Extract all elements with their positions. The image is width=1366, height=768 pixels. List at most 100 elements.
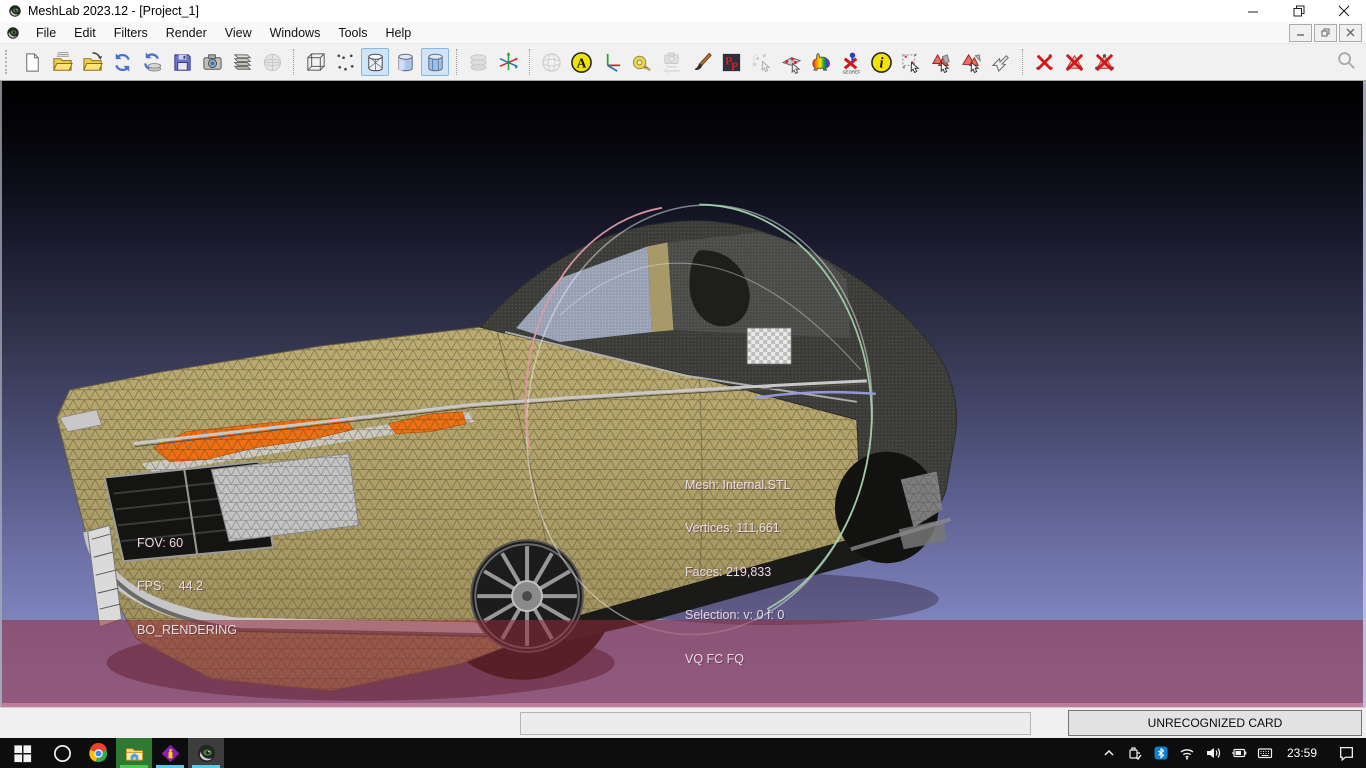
- import-mesh-button[interactable]: [78, 48, 106, 76]
- save-snapshot-button[interactable]: [198, 48, 226, 76]
- tray-usb-button[interactable]: [1122, 738, 1148, 768]
- export-mesh-button[interactable]: [168, 48, 196, 76]
- quality-mapper-button[interactable]: [807, 48, 835, 76]
- new-empty-project-button[interactable]: [18, 48, 46, 76]
- delete-faces-and-vertices-button[interactable]: [1090, 48, 1118, 76]
- restore-icon: [1293, 5, 1305, 17]
- taskbar-chrome-button[interactable]: [80, 738, 116, 768]
- alignment-tool-button[interactable]: [777, 48, 805, 76]
- delete-selected-vertices-button[interactable]: [1030, 48, 1058, 76]
- select-connected-icon: [990, 51, 1013, 74]
- reload-all-meshes-button[interactable]: [138, 48, 166, 76]
- mesh-info-icon: i: [870, 51, 893, 74]
- hud-vertices: Vertices: 111,661: [685, 521, 791, 536]
- minimize-button[interactable]: [1231, 0, 1276, 22]
- select-faces-rect-button[interactable]: [927, 48, 955, 76]
- toolbar-drag-handle[interactable]: [5, 50, 12, 74]
- search-circle-icon: [52, 743, 73, 764]
- windows-taskbar: 23:59: [0, 738, 1366, 768]
- save-snapshot-icon: [201, 51, 224, 74]
- menu-help[interactable]: Help: [377, 24, 421, 42]
- world-axes-icon: [497, 51, 520, 74]
- z-painting-button[interactable]: [687, 48, 715, 76]
- taskbar-purple-app-button[interactable]: [152, 738, 188, 768]
- corner-axes-button[interactable]: [597, 48, 625, 76]
- taskbar-meshlab-button[interactable]: [188, 738, 224, 768]
- mdi-close-icon: [1346, 28, 1355, 37]
- render-smooth-icon: [394, 51, 417, 74]
- hud-render-info: FOV: 60 FPS: 44.2 BO_RENDERING: [137, 507, 237, 667]
- hud-fov: FOV: 60: [137, 536, 237, 551]
- select-connected-button[interactable]: [987, 48, 1015, 76]
- meshlab-window: MeshLab 2023.12 - [Project_1] FileEditFi…: [0, 0, 1366, 768]
- render-flat-button[interactable]: [421, 48, 449, 76]
- menu-edit[interactable]: Edit: [65, 24, 105, 42]
- georeferencing-button[interactable]: GEOREF: [837, 48, 865, 76]
- picked-points-button[interactable]: PP: [717, 48, 745, 76]
- tray-volume-icon: [1205, 745, 1221, 761]
- mdi-close-button[interactable]: [1339, 24, 1362, 42]
- tray-chevron-button[interactable]: [1096, 738, 1122, 768]
- status-card-panel: UNRECOGNIZED CARD: [1068, 710, 1362, 736]
- render-points-button[interactable]: [331, 48, 359, 76]
- select-faces-button[interactable]: [957, 48, 985, 76]
- render-smooth-button[interactable]: [391, 48, 419, 76]
- tray-bluetooth-button[interactable]: [1148, 738, 1174, 768]
- hud-mesh-info: Mesh: Internal.STL Vertices: 111,661 Fac…: [685, 449, 791, 696]
- menu-render[interactable]: Render: [157, 24, 216, 42]
- meshlab-logo-icon: [8, 4, 22, 18]
- minimize-icon: [1248, 6, 1259, 17]
- open-raster-button[interactable]: [258, 48, 286, 76]
- select-vertices-button[interactable]: [897, 48, 925, 76]
- menu-windows[interactable]: Windows: [261, 24, 330, 42]
- open-project-button[interactable]: [48, 48, 76, 76]
- export-mesh-icon: [171, 51, 194, 74]
- tray-wifi-button[interactable]: [1174, 738, 1200, 768]
- taskbar-clock[interactable]: 23:59: [1278, 746, 1326, 760]
- action-center-button[interactable]: [1326, 738, 1366, 768]
- mesh-info-button[interactable]: i: [867, 48, 895, 76]
- hud-mesh-name: Mesh: Internal.STL: [685, 478, 791, 493]
- delete-selected-faces-button[interactable]: [1060, 48, 1088, 76]
- render-bbox-button[interactable]: [301, 48, 329, 76]
- reload-mesh-icon: [111, 51, 134, 74]
- tray-bluetooth-icon: [1153, 745, 1169, 761]
- taskbar-start-button[interactable]: [0, 738, 44, 768]
- tray-keyboard-button[interactable]: [1252, 738, 1278, 768]
- select-faces-icon: [960, 51, 983, 74]
- show-trackball-button[interactable]: [537, 48, 565, 76]
- taskbar-search-circle-button[interactable]: [44, 738, 80, 768]
- render-texture-button[interactable]: [464, 48, 492, 76]
- reload-mesh-button[interactable]: [108, 48, 136, 76]
- tray-icons: [1096, 738, 1278, 768]
- taskbar-apps: [0, 738, 224, 768]
- hud-render-mode: BO_RENDERING: [137, 623, 237, 638]
- svg-text:Alignment: Alignment: [663, 69, 679, 73]
- raster-alignment-icon: RasterAlignment: [660, 51, 683, 74]
- mdi-minimize-button[interactable]: [1289, 24, 1312, 42]
- tray-volume-button[interactable]: [1200, 738, 1226, 768]
- tray-power-button[interactable]: [1226, 738, 1252, 768]
- start-icon: [12, 743, 33, 764]
- show-layer-dialog-button[interactable]: [228, 48, 256, 76]
- menu-view[interactable]: View: [216, 24, 261, 42]
- menu-tools[interactable]: Tools: [329, 24, 376, 42]
- raster-alignment-button[interactable]: RasterAlignment: [657, 48, 685, 76]
- text-annotation-button[interactable]: A: [567, 48, 595, 76]
- close-button[interactable]: [1321, 0, 1366, 22]
- mdi-restore-button[interactable]: [1314, 24, 1337, 42]
- world-axes-button[interactable]: [494, 48, 522, 76]
- menu-filters[interactable]: Filters: [105, 24, 157, 42]
- restore-button[interactable]: [1276, 0, 1321, 22]
- point-picking-button[interactable]: [747, 48, 775, 76]
- taskbar-file-explorer-button[interactable]: [116, 738, 152, 768]
- search-button[interactable]: [1335, 49, 1357, 76]
- tray-wifi-icon: [1179, 745, 1195, 761]
- menu-file[interactable]: File: [27, 24, 65, 42]
- open-project-icon: [51, 51, 74, 74]
- viewport-3d[interactable]: FOV: 60 FPS: 44.2 BO_RENDERING Mesh: Int…: [0, 81, 1366, 707]
- measuring-tool-button[interactable]: [627, 48, 655, 76]
- hud-selection: Selection: v: 0 f: 0: [685, 608, 791, 623]
- system-tray: 23:59: [1096, 738, 1366, 768]
- render-wireframe-button[interactable]: [361, 48, 389, 76]
